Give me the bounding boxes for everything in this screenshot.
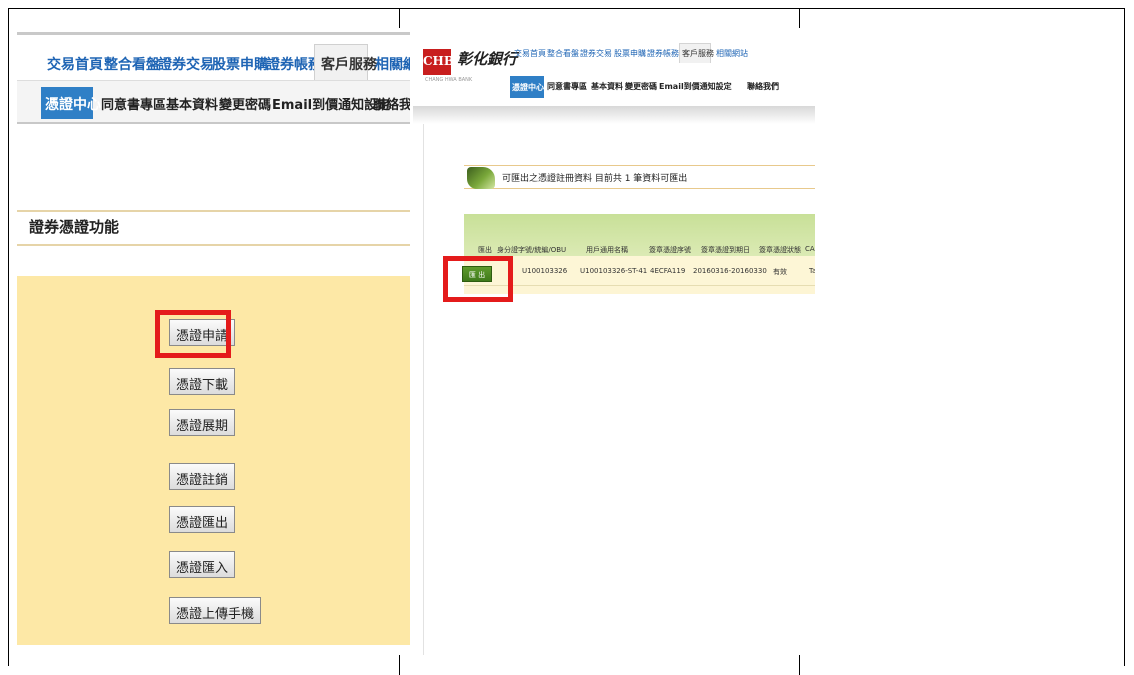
download-certificate-button[interactable]: 憑證下載 xyxy=(169,368,236,395)
tab-change-password[interactable]: 變更密碼 xyxy=(625,81,657,92)
renew-certificate-button[interactable]: 憑證展期 xyxy=(169,409,236,436)
tab-email-price-alert[interactable]: Email到價通知設定 xyxy=(659,81,732,92)
frame-divider-1-bottom xyxy=(399,655,400,675)
frame-divider-2-top xyxy=(799,8,800,28)
top-rule xyxy=(17,32,410,35)
content-area xyxy=(423,124,815,655)
export-count-text: 可匯出之憑證註冊資料 目前共 1 筆資料可匯出 xyxy=(502,174,688,184)
nav-item-customer-service[interactable]: 客戶服務 xyxy=(679,43,714,63)
cell-expiry: 20160316-20160330 xyxy=(693,267,767,275)
tab-consent-forms[interactable]: 同意書專區 xyxy=(101,94,166,113)
revoke-certificate-button[interactable]: 憑證註銷 xyxy=(169,463,236,490)
frame-top-border xyxy=(8,8,1125,9)
nav-item-market[interactable]: 整合看盤 xyxy=(547,48,579,59)
left-screenshot: 交易首頁 整合看盤 證券交易 股票申購 證券帳務 客戶服務 相關網站 憑證中心 … xyxy=(17,28,410,645)
nav-item-ipo[interactable]: 股票申購 xyxy=(614,48,646,59)
tab-consent-forms[interactable]: 同意書專區 xyxy=(547,81,587,92)
column-header-export: 匯出 xyxy=(478,246,492,254)
table-row: U100103326 U100103326-ST-41 4ECFA119 201… xyxy=(464,256,815,286)
nav-item-market[interactable]: 整合看盤 xyxy=(104,54,160,74)
nav-item-customer-service[interactable]: 客戶服務 xyxy=(314,44,377,80)
frame-divider-2-bottom xyxy=(799,655,800,675)
column-header-expiry: 簽章憑證到期日 xyxy=(701,246,750,254)
export-info-bar: 可匯出之憑證註冊資料 目前共 1 筆資料可匯出 xyxy=(464,165,815,189)
tab-certificate-center[interactable]: 憑證中心 xyxy=(510,76,544,98)
frame-divider-1-top xyxy=(399,8,400,28)
certificate-function-panel: 憑證申請 憑證下載 憑證展期 憑證註銷 憑證匯出 憑證匯入 憑證上傳手機 xyxy=(17,276,410,645)
bank-logo-name: 彰化銀行 xyxy=(457,50,518,68)
cell-serial: 4ECFA119 xyxy=(650,267,686,275)
leaf-icon xyxy=(467,167,495,189)
tab-change-password[interactable]: 變更密碼 xyxy=(219,94,271,113)
nav-item-customer-service-label: 客戶服務 xyxy=(682,49,714,58)
export-certificate-button[interactable]: 憑證匯出 xyxy=(169,506,236,533)
nav-item-ipo[interactable]: 股票申購 xyxy=(212,54,268,74)
nav-item-links[interactable]: 相關網站 xyxy=(716,48,748,59)
nav-item-home[interactable]: 交易首頁 xyxy=(47,54,103,74)
site-header: CHB 彰化銀行 CHANG HWA BANK 交易首頁 整合看盤 證券交易 股… xyxy=(413,28,815,106)
highlight-box xyxy=(443,256,513,302)
nav-item-home[interactable]: 交易首頁 xyxy=(514,48,546,59)
column-header-status: 簽章憑證狀態 xyxy=(759,246,801,254)
highlight-box xyxy=(155,310,231,358)
header-shadow xyxy=(413,106,815,124)
cell-status: 有效 xyxy=(773,268,787,276)
column-header-ca: CA xyxy=(805,245,815,253)
section-rule-bottom xyxy=(17,244,410,246)
tab-basic-info[interactable]: 基本資料 xyxy=(591,81,623,92)
cell-ca: Ta xyxy=(809,267,815,275)
tab-contact-us[interactable]: 聯絡我們 xyxy=(373,94,410,113)
nav-item-account[interactable]: 證券帳務 xyxy=(647,48,679,59)
bank-logo-mark: CHB xyxy=(423,49,454,75)
import-certificate-button[interactable]: 憑證匯入 xyxy=(169,551,236,578)
nav-item-links[interactable]: 相關網站 xyxy=(375,54,410,74)
frame-right-border xyxy=(1124,8,1125,666)
nav-item-customer-service-label: 客戶服務 xyxy=(321,57,377,73)
section-rule-top xyxy=(17,210,410,212)
frame-left-border xyxy=(8,8,9,666)
section-title: 證券憑證功能 xyxy=(29,218,120,236)
cell-id: U100103326 xyxy=(522,267,568,275)
upload-certificate-to-phone-button[interactable]: 憑證上傳手機 xyxy=(169,597,262,624)
sub-nav: 憑證中心 同意書專區 基本資料 變更密碼 Email到價通知設定 聯絡我們 xyxy=(17,80,410,124)
column-header-serial: 簽章憑證序號 xyxy=(649,246,691,254)
table-header: 匯出 身分證字號/統編/OBU 用戶通用名稱 簽章憑證序號 簽章憑證到期日 簽章… xyxy=(464,214,815,256)
column-header-name: 用戶通用名稱 xyxy=(586,246,628,254)
tab-certificate-center[interactable]: 憑證中心 xyxy=(41,87,101,119)
certificate-table: 匯出 身分證字號/統編/OBU 用戶通用名稱 簽章憑證序號 簽章憑證到期日 簽章… xyxy=(464,214,815,294)
tab-basic-info[interactable]: 基本資料 xyxy=(166,94,218,113)
cell-name: U100103326-ST-41 xyxy=(580,267,648,275)
tab-contact-us[interactable]: 聯絡我們 xyxy=(747,81,779,92)
nav-item-trading[interactable]: 證券交易 xyxy=(158,54,214,74)
column-header-id: 身分證字號/統編/OBU xyxy=(497,246,567,254)
right-screenshot: CHB 彰化銀行 CHANG HWA BANK 交易首頁 整合看盤 證券交易 股… xyxy=(413,28,815,655)
nav-item-trading[interactable]: 證券交易 xyxy=(580,48,612,59)
main-nav: 交易首頁 整合看盤 證券交易 股票申購 證券帳務 客戶服務 相關網站 xyxy=(17,40,410,80)
bank-logo-subtitle: CHANG HWA BANK xyxy=(425,77,473,83)
